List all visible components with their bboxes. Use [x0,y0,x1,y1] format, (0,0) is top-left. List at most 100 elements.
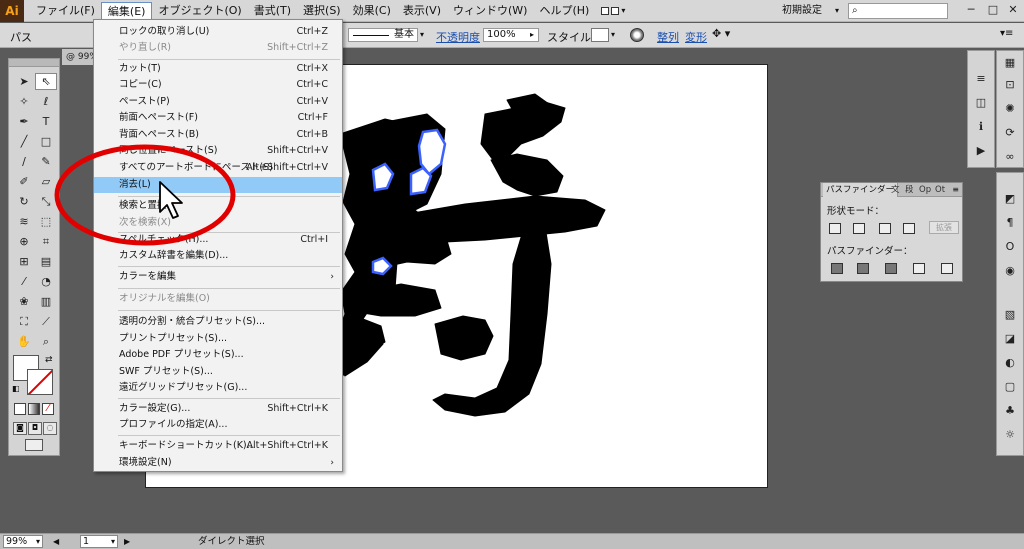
menu-item-preferences[interactable]: 環境設定(N) › [94,455,342,471]
chevron-down-icon[interactable]: ▾ [36,535,40,548]
recolor-artwork-icon[interactable] [630,28,644,42]
transform-panel-icon[interactable]: ⟳ [1001,125,1019,141]
brushes-panel-icon[interactable]: ☼ [1001,427,1019,443]
stroke-profile-select[interactable]: 基本 [348,28,418,42]
menu-item-paste-in-front[interactable]: 前面へペースト(F) Ctrl+F [94,110,342,126]
close-button[interactable]: ✕ [1002,2,1024,19]
line-tool-icon[interactable]: ╱ [13,133,35,150]
menu-item-pdf-presets[interactable]: Adobe PDF プリセット(S)... [94,347,342,363]
symbol-sprayer-tool-icon[interactable]: ❀ [13,293,35,310]
graphic-styles-icon[interactable]: ▢ [1001,379,1019,395]
menu-item-print-presets[interactable]: プリントプリセット(S)... [94,331,342,347]
draw-behind-icon[interactable]: ◘ [28,422,42,435]
exclude-button[interactable] [903,223,915,234]
menu-type[interactable]: 書式(T) [248,2,297,20]
chevron-down-icon[interactable]: ▸ [530,28,534,42]
opentype-panel-icon[interactable]: O [1001,239,1019,255]
trim-button[interactable] [857,263,869,274]
default-colors-icon[interactable]: ◧ [12,384,20,393]
tools-panel-header[interactable] [9,59,59,67]
actions-panel-icon[interactable]: ▶ [972,143,990,159]
opacity-link[interactable]: 不透明度 [436,29,480,45]
panel-menu-icon[interactable]: ≡ [952,183,959,197]
menu-view[interactable]: 表示(V) [397,2,447,20]
draw-normal-icon[interactable]: ◙ [13,422,27,435]
eyedropper-tool-icon[interactable]: ⁄ [13,273,35,290]
magic-wand-tool-icon[interactable]: ✧ [13,93,35,110]
unite-button[interactable] [829,223,841,234]
chevron-down-icon[interactable]: ▾ [835,3,839,19]
paragraph-panel-icon[interactable]: ¶ [1001,215,1019,231]
menu-item-edit-dictionary[interactable]: カスタム辞書を編集(D)... [94,248,342,264]
menu-effect[interactable]: 効果(C) [347,2,397,20]
pathfinder-panel-icon[interactable]: ◩ [1001,191,1019,207]
tab-opentype[interactable]: Op [919,183,931,197]
previous-artboard-icon[interactable]: ◀ [53,535,59,548]
tab-paragraph[interactable]: 段 [905,183,914,197]
slice-tool-icon[interactable]: ⟋ [35,313,57,330]
tab-pathfinder[interactable]: パスファインダー [823,183,899,197]
merge-button[interactable] [885,263,897,274]
minimize-button[interactable]: ─ [960,2,982,19]
maximize-button[interactable]: □ [982,2,1004,19]
tab-other[interactable]: Ot [935,183,945,197]
tab-character[interactable]: 文 [891,183,900,197]
workspace-switcher[interactable]: 初期設定 [779,3,837,19]
chevron-down-icon[interactable]: ▾ [420,28,430,42]
chevron-down-icon[interactable]: ▾ [111,535,115,548]
menu-item-swf-presets[interactable]: SWF プリセット(S)... [94,364,342,380]
paintbrush-tool-icon[interactable]: ∕ [13,153,35,170]
gradient-panel-icon[interactable]: ◪ [1001,331,1019,347]
stroke-panel-icon[interactable]: ≡ [972,71,990,87]
pen-tool-icon[interactable]: ✒ [13,113,35,130]
artboard-tool-icon[interactable]: ⛶ [13,313,35,330]
transform-link[interactable]: 変形 [685,29,707,45]
menu-item-edit-original[interactable]: オリジナルを編集(O) [94,291,342,307]
menu-item-edit-colors[interactable]: カラーを編集 › [94,269,342,285]
next-artboard-icon[interactable]: ▶ [124,535,130,548]
arrange-documents-icon[interactable]: ▾ [601,6,625,15]
menu-item-perspective-presets[interactable]: 遠近グリッドプリセット(G)... [94,380,342,396]
layers-panel-icon[interactable]: ◫ [972,95,990,111]
menu-select[interactable]: 選択(S) [297,2,347,20]
screen-mode-icon[interactable] [25,439,43,451]
selection-tool-icon[interactable]: ➤ [13,73,35,90]
mesh-tool-icon[interactable]: ⊞ [13,253,35,270]
width-tool-icon[interactable]: ≋ [13,213,35,230]
help-search-input[interactable]: ⌕ [848,3,948,19]
menu-item-paste[interactable]: ペースト(P) Ctrl+V [94,94,342,110]
menu-item-undo[interactable]: ロックの取り消し(U) Ctrl+Z [94,24,342,40]
swatches-panel-icon[interactable]: ▧ [1001,307,1019,323]
more-options-icon[interactable]: ✥ ▾ [712,27,730,40]
blend-tool-icon[interactable]: ◔ [35,273,57,290]
panel-menu-icon[interactable]: ▾≡ [1000,28,1013,39]
align-link[interactable]: 整列 [657,29,679,45]
gradient-mode-icon[interactable] [28,403,40,415]
menu-object[interactable]: オブジェクト(O) [152,2,247,20]
column-graph-tool-icon[interactable]: ▥ [35,293,57,310]
color-panel-icon[interactable]: ▦ [1001,55,1019,71]
minus-front-button[interactable] [853,223,865,234]
chevron-down-icon[interactable]: ▾ [611,28,615,42]
gradient-tool-icon[interactable]: ▤ [35,253,57,270]
hand-tool-icon[interactable]: ✋ [13,333,35,350]
menu-item-redo[interactable]: やり直し(R) Shift+Ctrl+Z [94,40,342,56]
color-mode-icon[interactable] [14,403,26,415]
draw-inside-icon[interactable]: ◌ [43,422,57,435]
direct-selection-tool-icon[interactable]: ⇖ [35,73,57,90]
stroke-color-swatch[interactable] [27,369,53,395]
swap-fill-stroke-icon[interactable]: ⇄ [45,355,53,365]
menu-item-color-settings[interactable]: カラー設定(G)... Shift+Ctrl+K [94,401,342,417]
blob-brush-tool-icon[interactable]: ✐ [13,173,35,190]
menu-help[interactable]: ヘルプ(H) [533,2,595,20]
color-guide-icon[interactable]: ⊡ [1001,77,1019,93]
menu-item-flattener-presets[interactable]: 透明の分割・統合プリセット(S)... [94,314,342,330]
menu-item-cut[interactable]: カット(T) Ctrl+X [94,61,342,77]
menu-item-copy[interactable]: コピー(C) Ctrl+C [94,77,342,93]
appearance-panel-icon[interactable]: ◉ [1001,263,1019,279]
links-panel-icon[interactable]: ∞ [1001,149,1019,165]
menu-file[interactable]: ファイル(F) [30,2,101,20]
menu-item-assign-profile[interactable]: プロファイルの指定(A)... [94,417,342,433]
outline-button[interactable] [941,263,953,274]
divide-button[interactable] [831,263,843,274]
